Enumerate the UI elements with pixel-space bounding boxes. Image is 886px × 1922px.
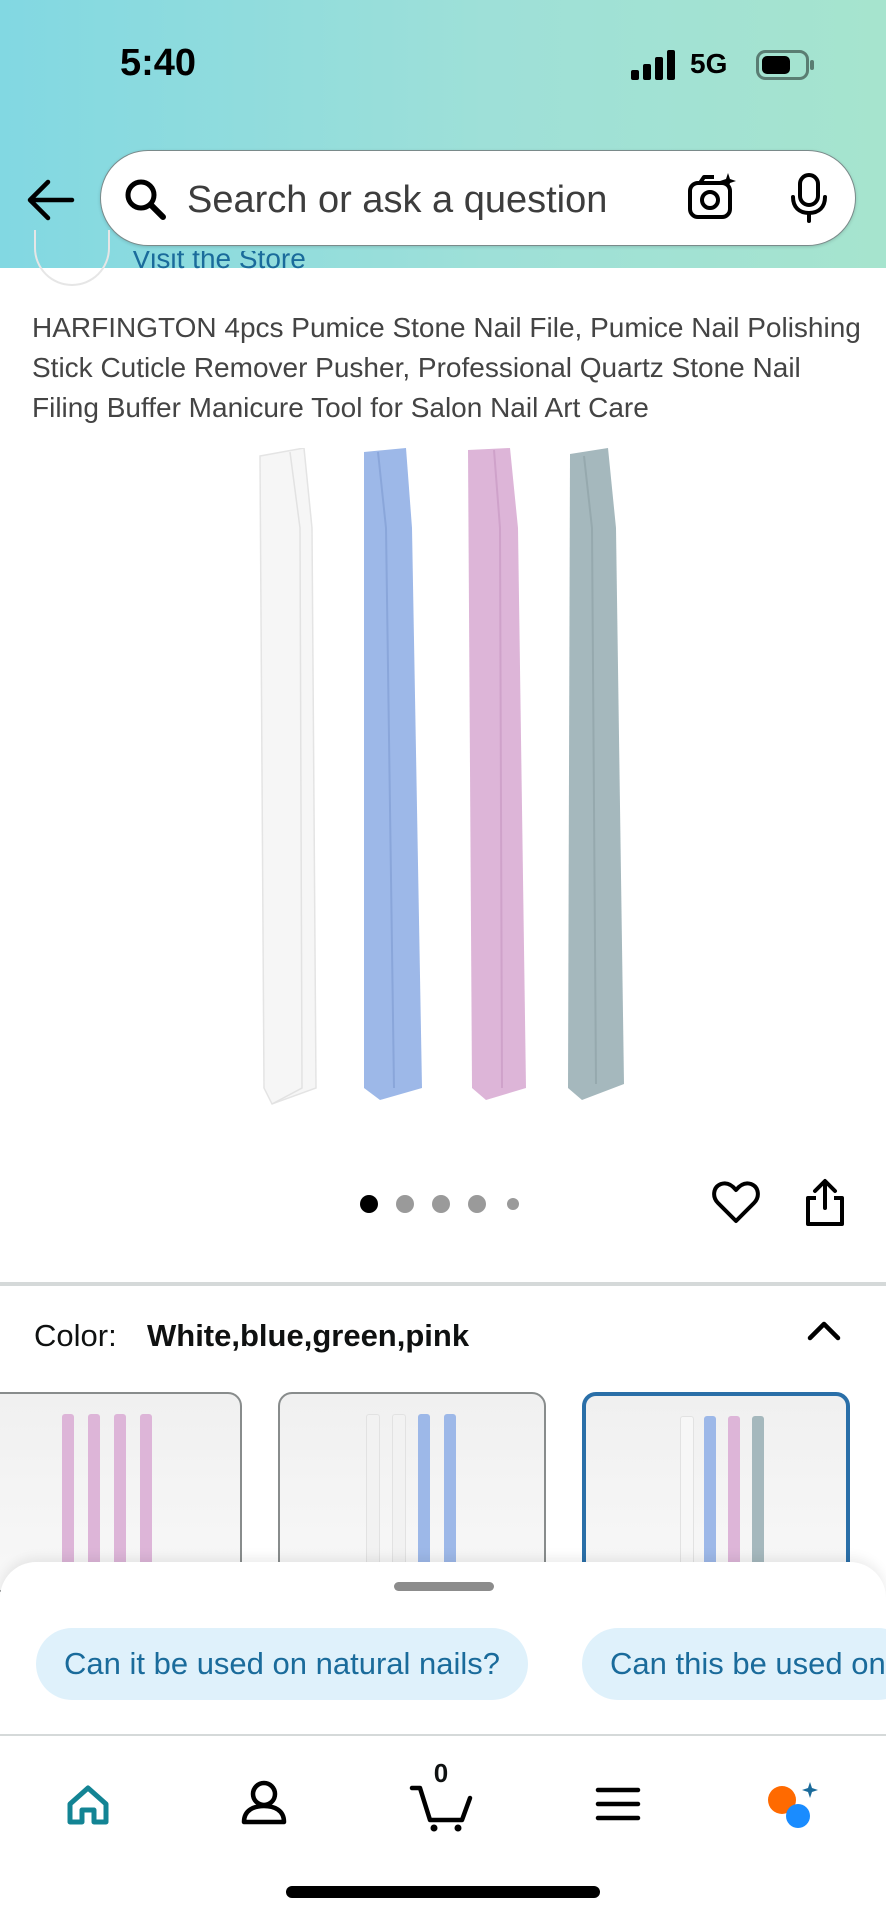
search-input[interactable] [185,171,749,229]
pagination-dot[interactable] [468,1195,486,1213]
share-icon[interactable] [804,1178,846,1228]
home-indicator [286,1886,600,1898]
account-icon[interactable] [224,1764,304,1844]
pagination-dot[interactable] [360,1195,378,1213]
back-arrow-icon[interactable] [24,176,76,224]
battery-icon [756,50,814,80]
search-icon [125,179,166,220]
chevron-up-icon[interactable] [804,1316,844,1344]
cart-button[interactable]: 0 [404,1758,484,1844]
sheet-drag-handle[interactable] [394,1582,494,1591]
pagination-dot[interactable] [507,1198,519,1210]
menu-icon[interactable] [578,1764,658,1844]
heart-icon[interactable] [712,1180,760,1224]
search-bar[interactable] [100,150,856,246]
image-pagination[interactable] [360,1192,530,1216]
visit-store-link-text[interactable]: Visit the Store [132,251,306,274]
visit-store-link[interactable]: Visit the Store [132,251,306,283]
section-divider [0,1282,886,1286]
color-label: Color: [34,1318,117,1353]
header: 5:40 5G [0,0,886,268]
suggestion-chip[interactable]: Can it be used on natural nails? [36,1628,529,1700]
pagination-dot[interactable] [396,1195,414,1213]
cellular-signal-icon [631,50,675,80]
product-image[interactable] [250,448,640,1108]
camera-search-icon[interactable] [686,171,738,223]
store-logo[interactable] [34,230,110,286]
product-stick-blue [364,448,422,1100]
product-stick-pink [468,448,526,1100]
status-time: 5:40 [120,42,197,84]
product-stick-gray [568,448,624,1100]
home-icon[interactable] [48,1764,128,1844]
cart-count: 0 [433,1758,449,1788]
suggestion-chip[interactable]: Can this be used on [582,1628,886,1700]
microphone-icon[interactable] [787,171,831,225]
product-title: HARFINGTON 4pcs Pumice Stone Nail File, … [32,312,861,423]
product-stick-white [259,448,317,1105]
pagination-dot[interactable] [432,1195,450,1213]
rufus-assistant-icon[interactable] [752,1764,832,1844]
color-value: White,blue,green,pink [147,1318,470,1353]
suggestion-sheet: Can it be used on natural nails? Can thi… [0,1562,886,1742]
bottom-nav: 0 [0,1734,886,1922]
network-type: 5G [690,48,728,79]
